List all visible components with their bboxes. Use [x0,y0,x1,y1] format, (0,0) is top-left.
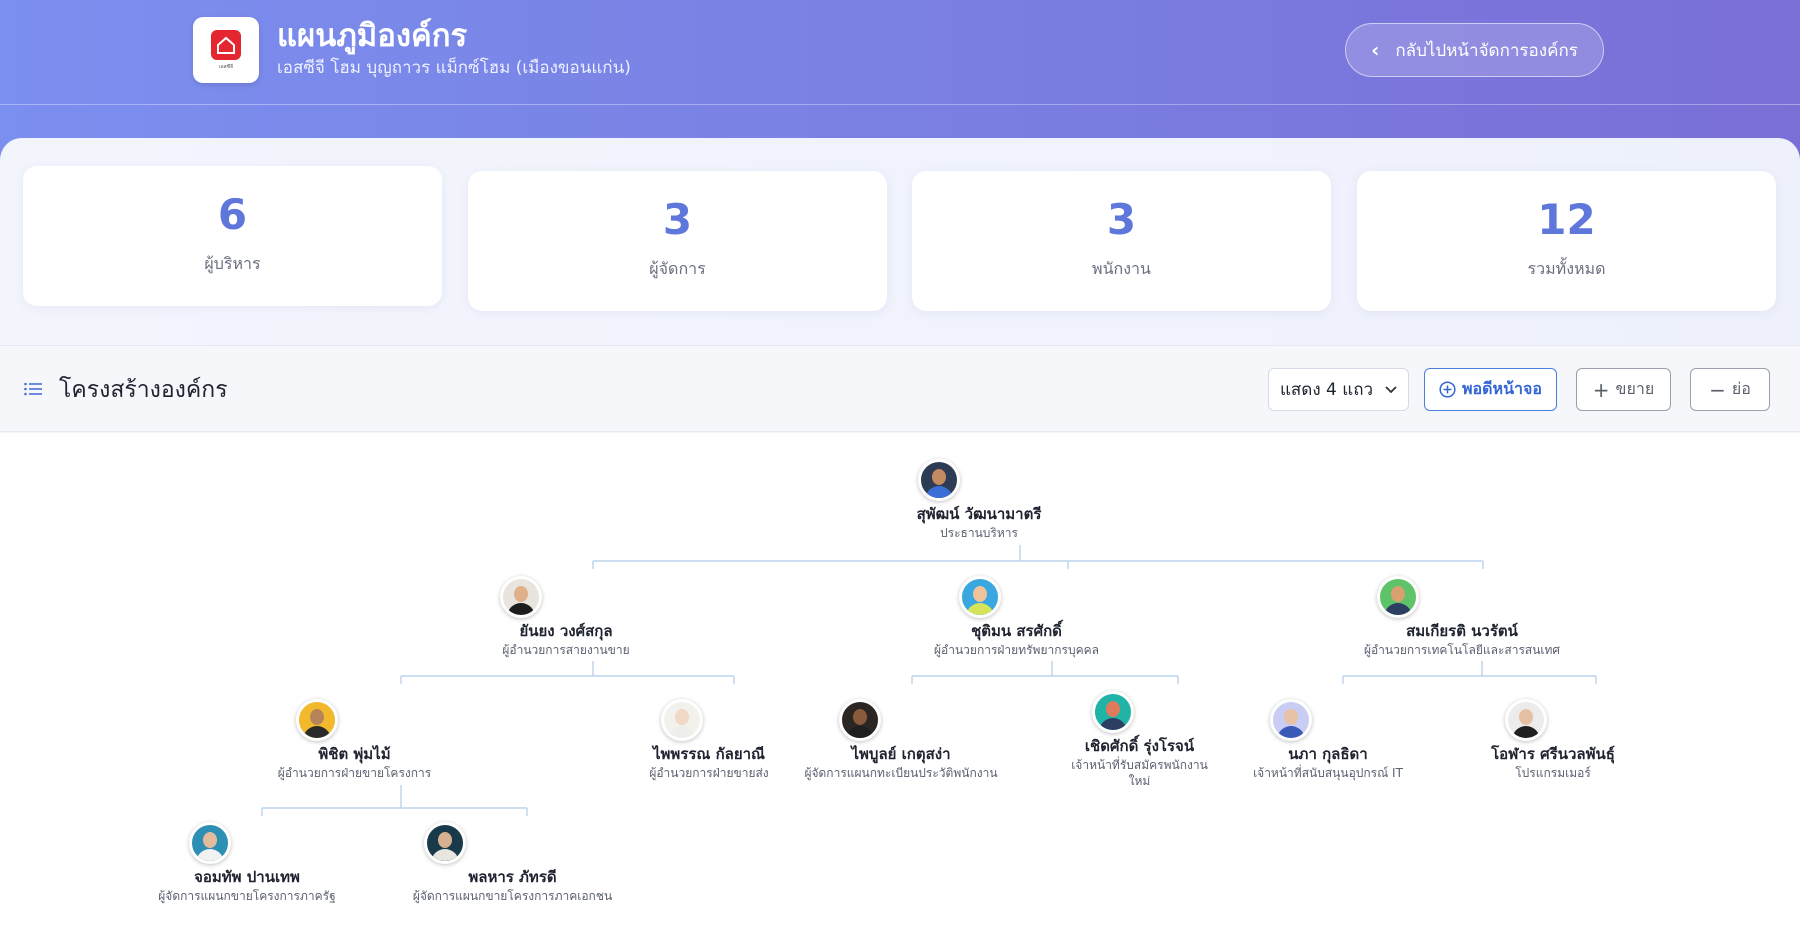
person-role: โปรแกรมเมอร์ [1515,766,1591,780]
rows-select-value: แสดง 4 แถว [1279,380,1374,400]
avatar [424,822,466,864]
person-role: ผู้จัดการแผนกขายโครงการภาคเอกชน [412,889,613,903]
collapse-label: ย่อ [1731,379,1751,398]
org-structure-toolbar: โครงสร้างองค์กร แสดง 4 แถว พอดีหน้าจอ + … [0,345,1800,432]
stat-label: ผู้บริหาร [204,254,261,273]
plus-icon: + [1592,377,1610,402]
rows-select[interactable]: แสดง 4 แถว [1268,368,1409,411]
stat-value: 12 [1537,195,1596,244]
avatar [959,576,1001,618]
avatar [1505,699,1547,741]
org-chart[interactable]: สุพัฒน์ วัฒนามาตรี ประธานบริหาร ยันยง วง… [0,433,1800,945]
person-role: ผู้อำนวยการเทคโนโลยีและสารสนเทศ [1363,643,1561,657]
avatar [661,699,703,741]
stat-card-managers: 3 ผู้จัดการ [468,171,887,311]
person-name: พลหาร ภัทรดี [468,868,557,886]
stat-card-employees: 3 พนักงาน [912,171,1331,311]
person-name: สุพัฒน์ วัฒนามาตรี [916,505,1042,523]
person-name: ยันยง วงศ์สกุล [519,622,613,640]
avatar [1377,576,1419,618]
stat-value: 3 [662,195,693,244]
person-name: จอมทัพ ปานเทพ [194,868,300,886]
org-node[interactable]: โอฬาร ศรีนวลพันธุ์ โปรแกรมเมอร์ [1381,699,1671,781]
back-to-org-management-button[interactable]: ‹ กลับไปหน้าจัดการองค์กร [1345,23,1604,77]
org-node[interactable]: พลหาร ภัทรดี ผู้จัดการแผนกขายโครงการภาคเ… [300,822,612,904]
person-name: ไพบูลย์ เกตุสง่า [851,745,951,763]
collapse-button[interactable]: − ย่อ [1690,368,1770,411]
stat-label: รวมทั้งหมด [1527,259,1606,278]
stat-label: พนักงาน [1092,259,1151,278]
expand-button[interactable]: + ขยาย [1576,368,1671,411]
avatar [189,822,231,864]
stat-value: 3 [1106,195,1137,244]
person-role: ผู้อำนวยการฝ่ายทรัพยากรบุคคล [934,643,1099,657]
person-role: ผู้อำนวยการสายงานขาย [502,643,630,657]
logo-caption: เอสซีจี [218,63,234,70]
header-divider [0,104,1800,105]
avatar [500,576,542,618]
section-title: โครงสร้างองค์กร [59,377,228,403]
chevron-left-icon: ‹ [1371,38,1380,62]
scg-logo-mark [211,29,241,60]
person-name: พิชิต พุ่มไม้ [318,745,391,763]
back-button-label: กลับไปหน้าจัดการองค์กร [1395,40,1578,61]
stat-card-total: 12 รวมทั้งหมด [1357,171,1776,311]
list-icon [24,382,42,396]
person-name: สมเกียรติ นวรัตน์ [1406,622,1518,640]
org-node[interactable]: สมเกียรติ นวรัตน์ ผู้อำนวยการเทคโนโลยีแล… [1253,576,1560,658]
org-node[interactable]: สุพัฒน์ วัฒนามาตรี ประธานบริหาร [794,459,1084,541]
fit-screen-button[interactable]: พอดีหน้าจอ [1424,368,1557,411]
avatar [296,699,338,741]
expand-label: ขยาย [1615,379,1655,398]
stat-card-executives: 6 ผู้บริหาร [23,166,442,306]
org-node[interactable]: ชุติมน สรศักดิ์ ผู้อำนวยการฝ่ายทรัพยากรบ… [835,576,1125,658]
stat-value: 6 [217,190,248,239]
page-subtitle: เอสซีจี โฮม บุญถาวร แม็กซ์โฮม (เมืองขอนแ… [277,58,631,78]
stats-section: 6 ผู้บริหาร 3 ผู้จัดการ 3 พนักงาน 12 รวม… [0,138,1800,345]
avatar [839,699,881,741]
company-logo: เอสซีจี [193,17,259,83]
org-node[interactable]: ไพบูลย์ เกตุสง่า ผู้จัดการแผนกทะเบียนประ… [715,699,1005,781]
person-role: ผู้อำนวยการฝ่ายขายโครงการ [277,766,432,780]
avatar [1092,691,1134,733]
org-node[interactable]: พิชิต พุ่มไม้ ผู้อำนวยการฝ่ายขายโครงการ [172,699,462,781]
avatar [918,459,960,501]
person-name: ชุติมน สรศักดิ์ [971,622,1062,640]
chevron-down-icon [1385,385,1397,393]
plus-circle-icon [1439,381,1456,398]
avatar [1270,699,1312,741]
org-node[interactable]: ยันยง วงศ์สกุล ผู้อำนวยการสายงานขาย [376,576,666,658]
stat-label: ผู้จัดการ [649,259,706,278]
fit-screen-label: พอดีหน้าจอ [1462,379,1542,398]
person-role: ประธานบริหาร [940,526,1018,540]
person-name: นภา กุลธิดา [1288,745,1368,763]
page-title: แผนภูมิองค์กร [277,18,468,54]
minus-icon: − [1709,377,1726,402]
person-name: โอฬาร ศรีนวลพันธุ์ [1491,745,1615,763]
